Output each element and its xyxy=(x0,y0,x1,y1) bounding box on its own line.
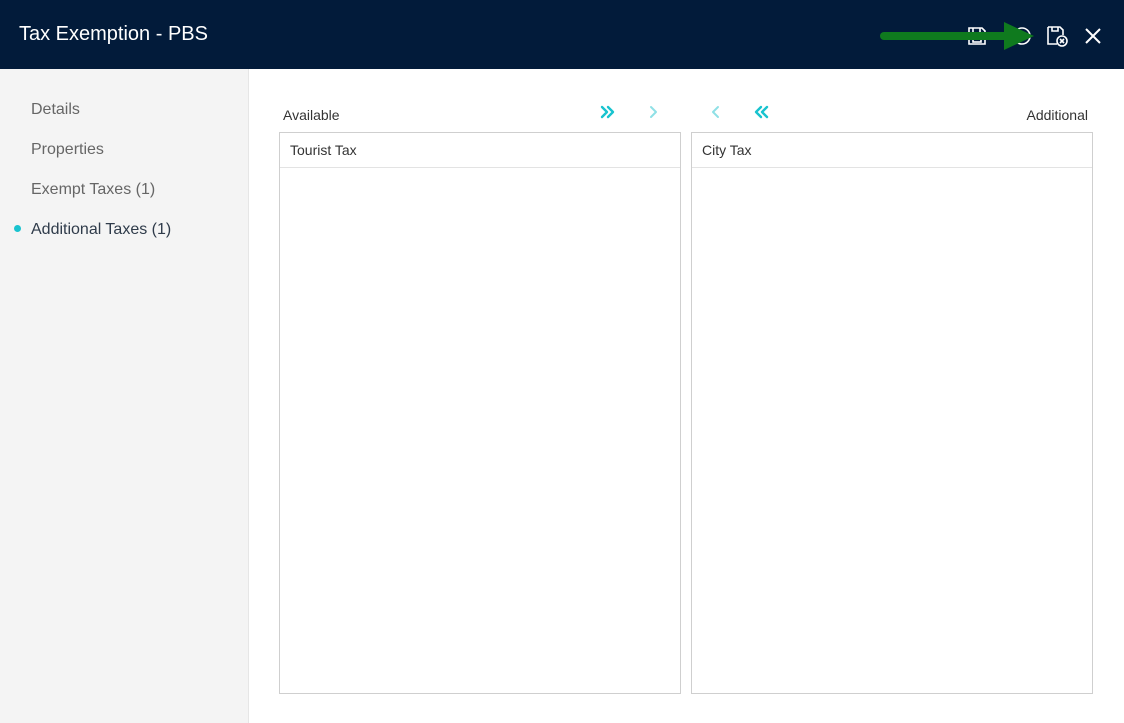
move-all-right-button[interactable] xyxy=(597,101,619,123)
sidebar-item-properties[interactable]: Properties xyxy=(31,140,104,160)
sidebar-item-additional-taxes[interactable]: Additional Taxes (1) xyxy=(31,220,171,240)
list-item[interactable]: Tourist Tax xyxy=(280,133,680,168)
available-list: Tourist Tax xyxy=(279,132,681,694)
sidebar: Details Properties Exempt Taxes (1) Addi… xyxy=(0,69,249,723)
header-bar: Tax Exemption - PBS xyxy=(0,0,1124,69)
additional-label: Additional xyxy=(1026,107,1089,123)
move-right-button[interactable] xyxy=(643,101,665,123)
annotation-arrow xyxy=(880,22,1034,50)
sidebar-item-details[interactable]: Details xyxy=(31,100,80,120)
move-all-left-button[interactable] xyxy=(750,101,772,123)
available-label: Available xyxy=(283,107,340,123)
move-left-button[interactable] xyxy=(704,101,726,123)
save-and-close-icon[interactable] xyxy=(1045,24,1069,48)
sidebar-item-exempt-taxes[interactable]: Exempt Taxes (1) xyxy=(31,180,155,200)
page-title: Tax Exemption - PBS xyxy=(19,23,208,45)
close-icon[interactable] xyxy=(1081,24,1105,48)
additional-list: City Tax xyxy=(691,132,1093,694)
list-item[interactable]: City Tax xyxy=(692,133,1092,168)
active-indicator-dot xyxy=(14,225,21,232)
